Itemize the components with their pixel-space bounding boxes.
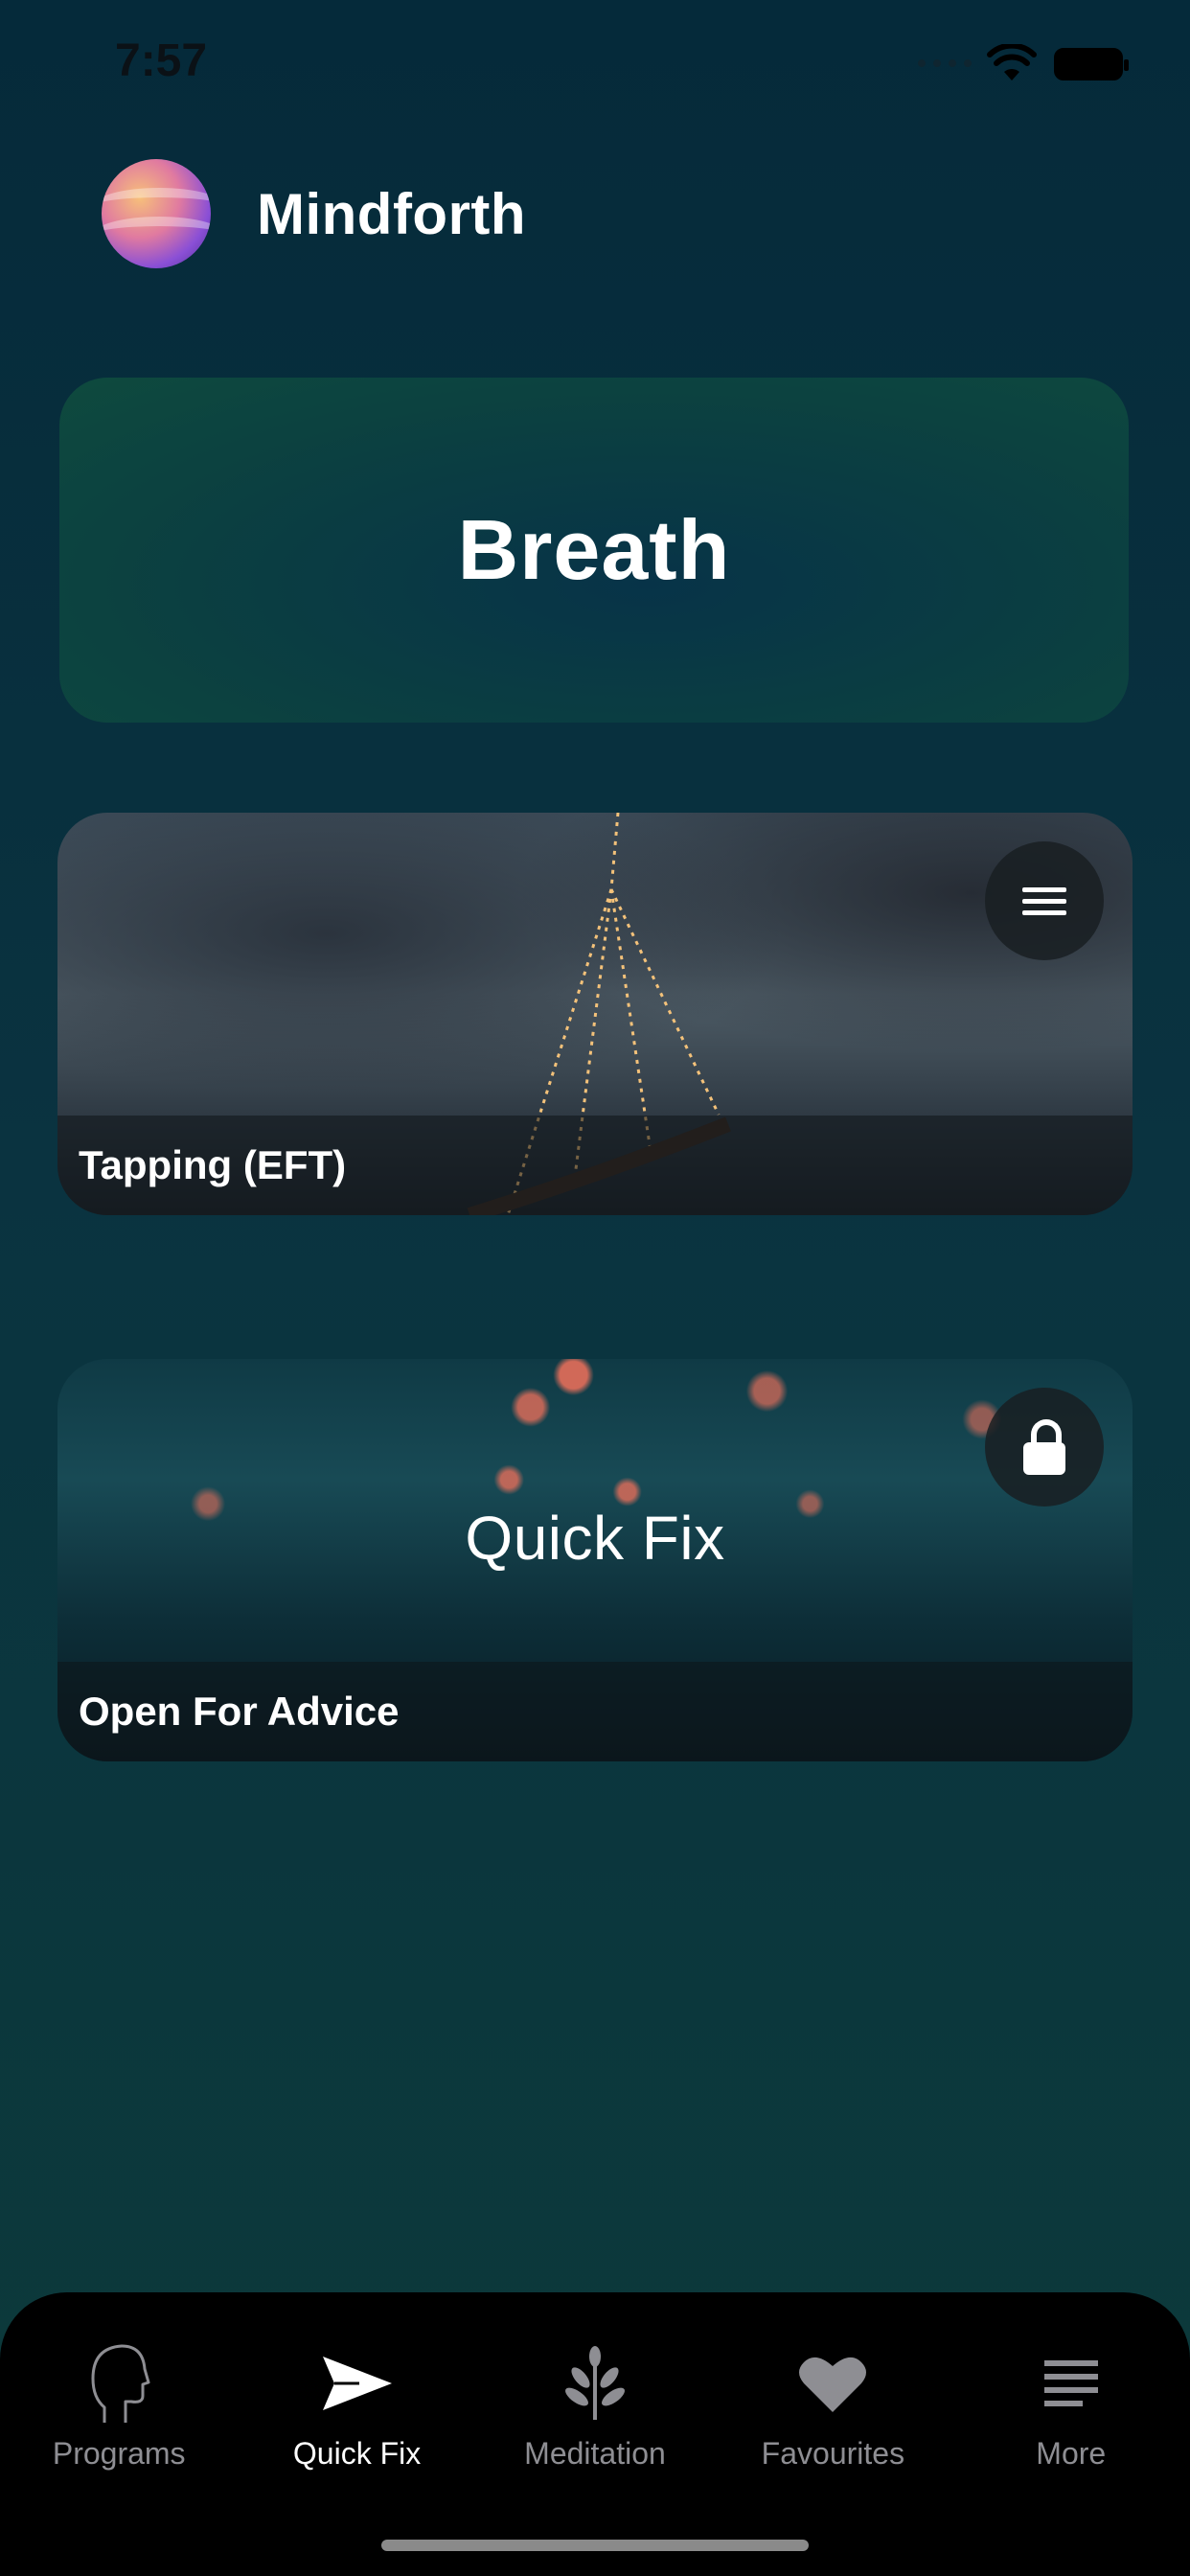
tab-favourites[interactable]: Favourites [714, 2331, 951, 2472]
list-icon [1043, 2360, 1098, 2406]
card-overlay-title: Quick Fix [465, 1504, 725, 1573]
card-menu-button[interactable] [985, 841, 1104, 960]
plant-icon [564, 2346, 625, 2420]
tab-programs[interactable]: Programs [0, 2331, 238, 2472]
cellular-signal-icon [918, 59, 972, 67]
tab-label: More [1036, 2436, 1107, 2471]
menu-icon [1022, 881, 1066, 922]
app-logo [102, 159, 211, 268]
breath-card-title: Breath [457, 502, 731, 597]
quick-fix-card[interactable]: Quick Fix Open For Advice [57, 1359, 1133, 1761]
status-time: 7:57 [115, 35, 208, 86]
status-bar: 7:57 [0, 0, 1190, 125]
tab-quick-fix[interactable]: Quick Fix [238, 2331, 475, 2472]
lock-icon [1023, 1419, 1065, 1475]
head-profile-icon [91, 2344, 150, 2423]
locked-button[interactable] [985, 1388, 1104, 1506]
card-footer: Open For Advice [57, 1662, 1133, 1761]
tab-label: Quick Fix [292, 2436, 422, 2471]
home-indicator[interactable] [381, 2540, 809, 2551]
battery-icon [1054, 48, 1129, 80]
card-footer-label: Open For Advice [79, 1689, 400, 1734]
tab-label: Favourites [761, 2436, 905, 2471]
tab-bar: Programs Quick Fix Meditation Favourites… [0, 2292, 1190, 2576]
tab-label: Programs [52, 2436, 186, 2471]
app-title: Mindforth [257, 181, 527, 246]
card-footer: Tapping (EFT) [57, 1116, 1133, 1215]
tab-more[interactable]: More [952, 2331, 1190, 2472]
app-header: Mindforth [102, 159, 526, 268]
breath-card[interactable]: Breath [59, 378, 1129, 723]
tab-meditation[interactable]: Meditation [476, 2331, 714, 2472]
tapping-card[interactable]: Tapping (EFT) [57, 813, 1133, 1215]
heart-icon [799, 2357, 867, 2412]
card-footer-label: Tapping (EFT) [79, 1142, 347, 1187]
paper-plane-icon [322, 2357, 392, 2410]
tab-label: Meditation [524, 2436, 666, 2471]
wifi-icon [987, 44, 1037, 80]
